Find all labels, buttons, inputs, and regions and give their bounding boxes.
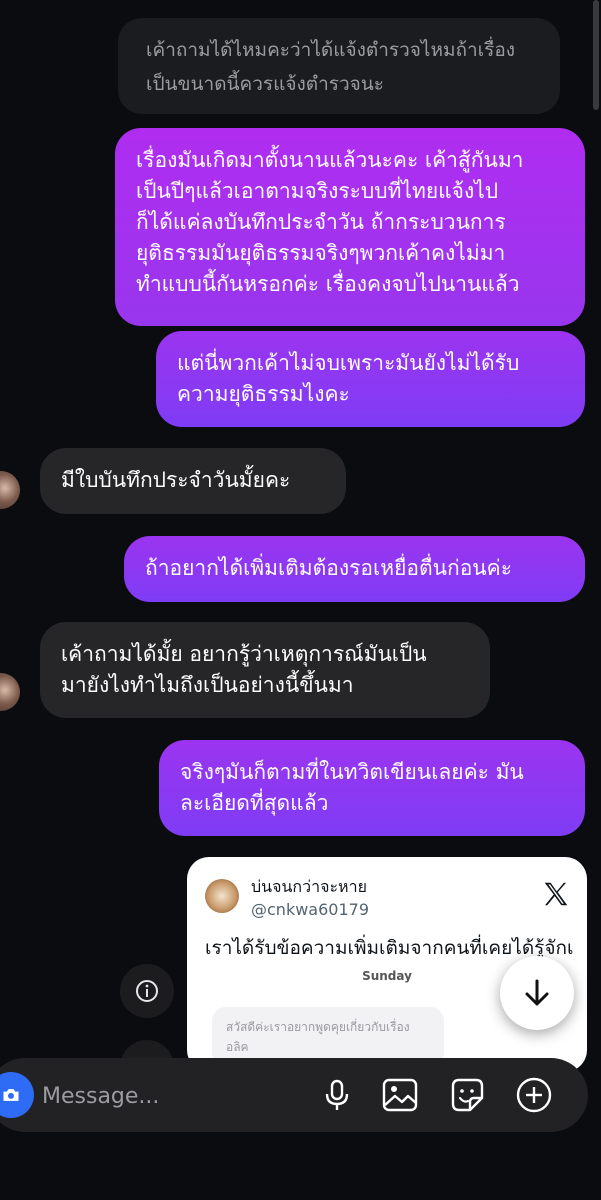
tweet-author-name: บ่นจนกว่าจะหาย [251, 877, 367, 896]
info-icon [136, 980, 158, 1002]
tweet-author-handle: @cnkwa60179 [251, 900, 369, 919]
tweet-text: เราได้รับข้อความเพิ่มเติมจากคนที่เคยได้ร… [205, 937, 574, 959]
incoming-message[interactable]: เค้าถามได้มั้ย อยากรู้ว่าเหตุการณ์มันเป็… [40, 622, 490, 718]
bottom-safe-area [0, 1132, 601, 1200]
camera-icon [3, 1089, 19, 1101]
message-input[interactable] [40, 1078, 304, 1114]
quoted-reply-bubble[interactable]: เค้าถามได้ไหมคะว่าได้แจ้งตำรวจไหมถ้าเรื่… [118, 18, 560, 114]
sticker-icon[interactable] [448, 1076, 486, 1114]
outgoing-message[interactable]: จริงๆมันก็ตามที่ในทวิตเขียนเลยค่ะ มัน ละ… [159, 740, 585, 836]
scroll-to-bottom-button[interactable] [500, 956, 574, 1030]
incoming-message[interactable]: มีใบบันทึกประจำวันมั้ยคะ [40, 448, 346, 514]
contact-avatar[interactable] [0, 673, 20, 711]
contact-avatar[interactable] [0, 471, 20, 509]
arrow-down-icon [525, 979, 549, 1006]
camera-button[interactable] [0, 1072, 34, 1118]
tweet-author-avatar [205, 879, 239, 913]
outgoing-message[interactable]: เรื่องมันเกิดมาตั้งนานแล้วนะคะ เค้าสู้กั… [115, 128, 585, 326]
message-composer [0, 1058, 588, 1132]
microphone-icon[interactable] [318, 1076, 356, 1114]
outgoing-message[interactable]: แต่นี่พวกเค้าไม่จบเพราะมันยังไม่ได้รับ ค… [156, 331, 585, 427]
x-logo-icon [544, 882, 568, 906]
plus-icon[interactable] [515, 1076, 553, 1114]
info-button[interactable] [120, 964, 174, 1018]
gallery-icon[interactable] [381, 1076, 419, 1114]
outgoing-message[interactable]: ถ้าอยากได้เพิ่มเติมต้องรอเหยื่อตื่นก่อนค… [124, 536, 585, 602]
scrollbar[interactable] [593, 0, 599, 110]
